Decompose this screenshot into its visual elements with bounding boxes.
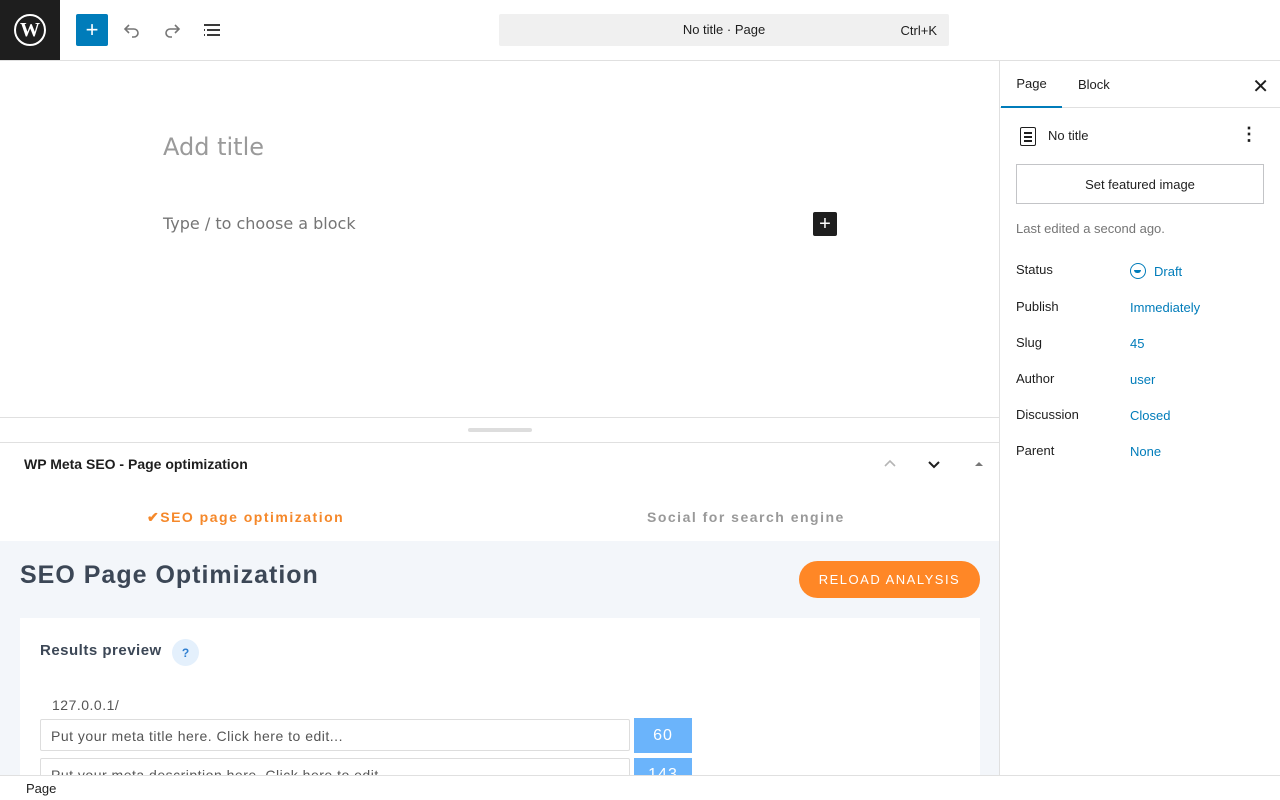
- discussion-label: Discussion: [1016, 407, 1079, 422]
- results-preview-card: Results preview ? 127.0.0.1/ Put your me…: [20, 618, 980, 775]
- undo-button[interactable]: [116, 14, 148, 46]
- publish-label: Publish: [1016, 299, 1059, 314]
- editor-canvas: Add title Type / to choose a block +: [0, 61, 999, 418]
- last-edited-text: Last edited a second ago.: [1016, 221, 1165, 236]
- meta-title-field[interactable]: Put your meta title here. Click here to …: [40, 719, 630, 751]
- wordpress-logo-button[interactable]: W: [0, 0, 60, 60]
- breadcrumb-page[interactable]: Page: [26, 781, 56, 796]
- help-icon[interactable]: ?: [172, 639, 199, 666]
- meta-title-counter: 60: [634, 718, 692, 753]
- preview-url: 127.0.0.1/: [52, 697, 120, 713]
- chevron-down-icon: [928, 461, 940, 469]
- redo-icon: [165, 24, 181, 38]
- move-up-button[interactable]: [878, 452, 902, 476]
- slug-label: Slug: [1016, 335, 1043, 350]
- author-label: Author: [1016, 371, 1055, 386]
- move-down-button[interactable]: [922, 452, 946, 476]
- meta-description-field[interactable]: Put your meta description here. Click he…: [40, 758, 630, 775]
- redo-button[interactable]: [156, 14, 188, 46]
- slug-value[interactable]: 45: [1130, 336, 1144, 351]
- status-label: Status: [1016, 262, 1053, 277]
- divider: [0, 442, 999, 443]
- chevron-up-icon: [884, 459, 896, 467]
- meta-description-counter: 143: [634, 758, 692, 775]
- settings-sidebar: Page Block ✕ No title ⋮ Set featured ima…: [999, 61, 1280, 775]
- page-icon: [1020, 127, 1036, 146]
- editor-header: W + No title · Page Ctrl+K: [0, 0, 1280, 61]
- undo-icon: [123, 24, 139, 38]
- document-title: No title · Page: [682, 22, 766, 37]
- keyboard-shortcut: Ctrl+K: [900, 23, 937, 38]
- reload-analysis-button[interactable]: RELOAD ANALYSIS: [799, 561, 980, 598]
- tab-page[interactable]: Page: [1001, 61, 1062, 108]
- document-overview-button[interactable]: [196, 14, 228, 46]
- seo-heading: SEO Page Optimization: [20, 561, 319, 589]
- status-value[interactable]: Draft: [1130, 263, 1182, 279]
- metabox-title: WP Meta SEO - Page optimization: [24, 456, 248, 472]
- author-value[interactable]: user: [1130, 372, 1155, 387]
- toggle-panel-button[interactable]: [967, 452, 991, 476]
- post-title-field[interactable]: Add title: [163, 133, 264, 161]
- command-palette-bar[interactable]: No title · Page Ctrl+K: [499, 14, 949, 46]
- publish-value[interactable]: Immediately: [1130, 300, 1200, 315]
- results-preview-title: Results preview: [40, 642, 162, 659]
- seo-optimization-panel: SEO Page Optimization RELOAD ANALYSIS Re…: [0, 541, 999, 775]
- tab-seo-page-optimization[interactable]: ✔SEO page optimization: [147, 509, 344, 526]
- metabox-resize-handle[interactable]: [468, 428, 532, 432]
- sidebar-tabs: Page Block ✕: [1000, 61, 1280, 108]
- block-appender[interactable]: Type / to choose a block: [163, 214, 356, 233]
- inline-add-block-button[interactable]: +: [813, 212, 837, 236]
- tab-social-for-search-engine[interactable]: Social for search engine: [647, 509, 845, 525]
- draft-status-icon: [1130, 263, 1146, 279]
- set-featured-image-button[interactable]: Set featured image: [1016, 164, 1264, 204]
- wordpress-logo-icon: W: [14, 14, 46, 46]
- page-summary-title: No title: [1048, 128, 1089, 143]
- divider: [0, 417, 999, 418]
- add-block-button[interactable]: +: [76, 14, 108, 46]
- more-options-icon[interactable]: ⋮: [1240, 124, 1258, 145]
- parent-value[interactable]: None: [1130, 444, 1161, 459]
- list-view-icon: [204, 24, 220, 36]
- status-text: Draft: [1154, 264, 1183, 279]
- parent-label: Parent: [1016, 443, 1055, 458]
- caret-up-icon: [975, 462, 983, 466]
- block-breadcrumb-bar: Page: [0, 775, 1280, 800]
- discussion-value[interactable]: Closed: [1130, 408, 1170, 423]
- tab-block[interactable]: Block: [1078, 61, 1110, 108]
- close-icon[interactable]: ✕: [1252, 74, 1269, 99]
